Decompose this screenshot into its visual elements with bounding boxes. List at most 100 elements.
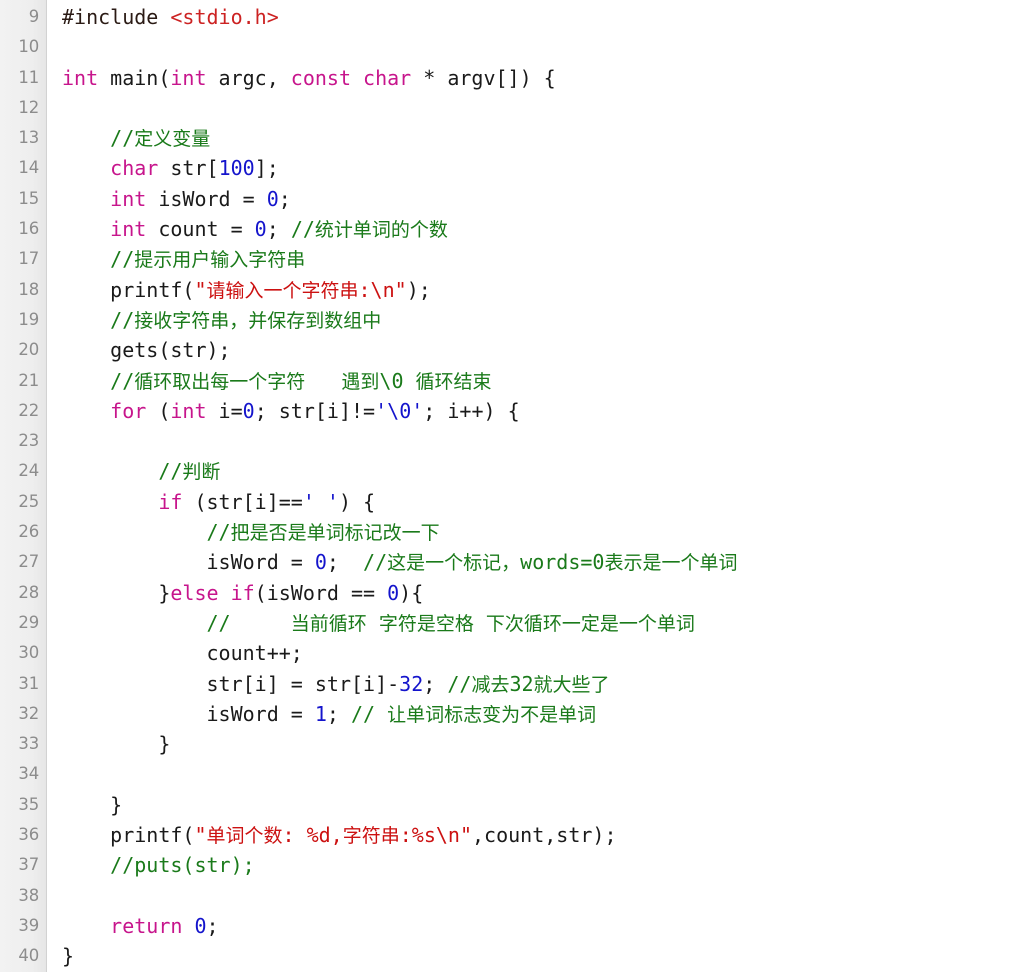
code-line[interactable] — [62, 93, 1022, 123]
code-line[interactable]: } — [62, 941, 1022, 971]
line-number: 15 — [18, 188, 39, 208]
code-token: : %d, — [282, 823, 343, 848]
code-token: 0 — [387, 580, 400, 605]
code-token: ; — [266, 217, 291, 242]
code-token: printf( — [62, 823, 195, 848]
code-line[interactable]: str[i] = str[i]-32; //减去32就大些了 — [62, 669, 1022, 699]
line-number: 26 — [18, 522, 39, 542]
code-line[interactable]: printf("单词个数: %d,字符串:%s\n",count,str); — [62, 820, 1022, 850]
code-token: ; str[i]!= — [254, 398, 376, 423]
code-editor[interactable]: 9 10 11 12 13 14 15 16 17 18 19 20 21 22 23 24 25 26 27 28 2… — [0, 0, 1022, 972]
code-token: isWord = — [146, 186, 267, 211]
code-token: 遇到 — [341, 370, 380, 393]
code-token: count++; — [62, 641, 303, 666]
code-line[interactable]: isWord = 0; //这是一个标记，words=0表示是一个单词 — [62, 547, 1022, 577]
code-line[interactable] — [62, 426, 1022, 456]
line-number: 19 — [18, 309, 39, 329]
code-line[interactable]: char str[100]; — [62, 153, 1022, 183]
line-number: 18 — [18, 279, 39, 299]
code-line[interactable]: //定义变量 — [62, 123, 1022, 153]
code-line[interactable]: int isWord = 0; — [62, 184, 1022, 214]
code-token: 判断 — [182, 461, 221, 484]
code-line[interactable]: //把是否是单词标记改一下 — [62, 517, 1022, 547]
code-token: 让单词标志变为不是单词 — [387, 703, 597, 726]
code-line[interactable]: //循环取出每一个字符 遇到\0 循环结束 — [62, 366, 1022, 396]
code-token: 循环结束 — [415, 370, 492, 393]
line-number: 10 — [18, 37, 39, 57]
code-token: ; — [278, 186, 291, 211]
code-token: const char — [290, 65, 412, 90]
line-number: 22 — [18, 400, 39, 420]
code-line[interactable]: gets(str); — [62, 335, 1022, 365]
code-line[interactable]: count++; — [62, 638, 1022, 668]
code-line[interactable]: return 0; — [62, 911, 1022, 941]
code-token: 100 — [218, 156, 255, 181]
code-token: 字符串 — [342, 825, 400, 848]
line-number-gutter: 9 10 11 12 13 14 15 16 17 18 19 20 21 22 23 24 25 26 27 28 2… — [0, 0, 47, 972]
code-line[interactable]: int main(int argc, const char * argv[]) … — [62, 63, 1022, 93]
line-number: 38 — [18, 885, 39, 905]
code-token: int — [62, 65, 99, 90]
code-token: #include — [62, 5, 171, 29]
code-line[interactable]: #include <stdio.h> — [62, 2, 1022, 32]
code-token: // — [110, 307, 135, 332]
code-line[interactable] — [62, 759, 1022, 789]
code-token: 下次循环一定是一个单词 — [485, 612, 695, 635]
code-token: i= — [206, 398, 243, 423]
code-line[interactable]: isWord = 1; // 让单词标志变为不是单词 — [62, 699, 1022, 729]
code-token: 32 — [509, 671, 534, 696]
code-token: count = — [146, 217, 255, 242]
code-token: 就大些了 — [533, 673, 610, 696]
code-token: // — [206, 520, 231, 545]
code-line[interactable]: //判断 — [62, 456, 1022, 486]
code-line[interactable]: }else if(isWord == 0){ — [62, 578, 1022, 608]
code-token: } — [62, 944, 75, 969]
code-token: // — [158, 459, 183, 484]
line-number: 30 — [18, 643, 39, 663]
code-token: ]; — [254, 156, 279, 181]
code-token: return — [110, 913, 183, 938]
code-token: isWord = — [62, 701, 315, 726]
code-token: 定义变量 — [134, 128, 211, 151]
code-line[interactable]: int count = 0; //统计单词的个数 — [62, 214, 1022, 244]
line-number: 39 — [18, 915, 39, 935]
line-number: 16 — [18, 219, 39, 239]
code-token: <stdio.h> — [170, 5, 279, 29]
code-token: 这是一个标记， — [387, 552, 521, 575]
line-number: 37 — [18, 855, 39, 875]
code-line[interactable]: if (str[i]==' ') { — [62, 487, 1022, 517]
code-line[interactable]: } — [62, 790, 1022, 820]
code-token: 单词个数 — [206, 825, 283, 848]
code-token: 接收字符串，并保存到数组中 — [134, 309, 382, 332]
code-line[interactable]: // 当前循环 字符是空格 下次循环一定是一个单词 — [62, 608, 1022, 638]
code-token: // — [206, 610, 291, 635]
code-token: 请输入一个字符串 — [206, 279, 359, 302]
line-number: 17 — [18, 249, 39, 269]
line-number: 20 — [18, 340, 39, 360]
code-line[interactable]: //接收字符串，并保存到数组中 — [62, 305, 1022, 335]
code-token: ' ' — [302, 489, 339, 514]
code-token: int — [170, 398, 207, 423]
code-token: :\n" — [358, 277, 407, 302]
code-line[interactable] — [62, 32, 1022, 62]
code-line[interactable]: printf("请输入一个字符串:\n"); — [62, 275, 1022, 305]
line-number: 9 — [28, 7, 40, 26]
code-token: } — [62, 580, 171, 605]
code-line[interactable]: } — [62, 729, 1022, 759]
line-number: 25 — [18, 491, 39, 511]
code-token: isWord = — [62, 550, 315, 575]
code-token: 把是否是单词标记改一下 — [230, 522, 440, 545]
code-line[interactable]: //提示用户输入字符串 — [62, 244, 1022, 274]
code-token: ; — [326, 550, 364, 575]
code-content-area[interactable]: #include <stdio.h> int main(int argc, co… — [47, 0, 1022, 972]
code-line[interactable] — [62, 881, 1022, 911]
line-number: 13 — [18, 128, 39, 148]
code-line[interactable]: //puts(str); — [62, 850, 1022, 880]
code-line[interactable]: for (int i=0; str[i]!='\0'; i++) { — [62, 396, 1022, 426]
